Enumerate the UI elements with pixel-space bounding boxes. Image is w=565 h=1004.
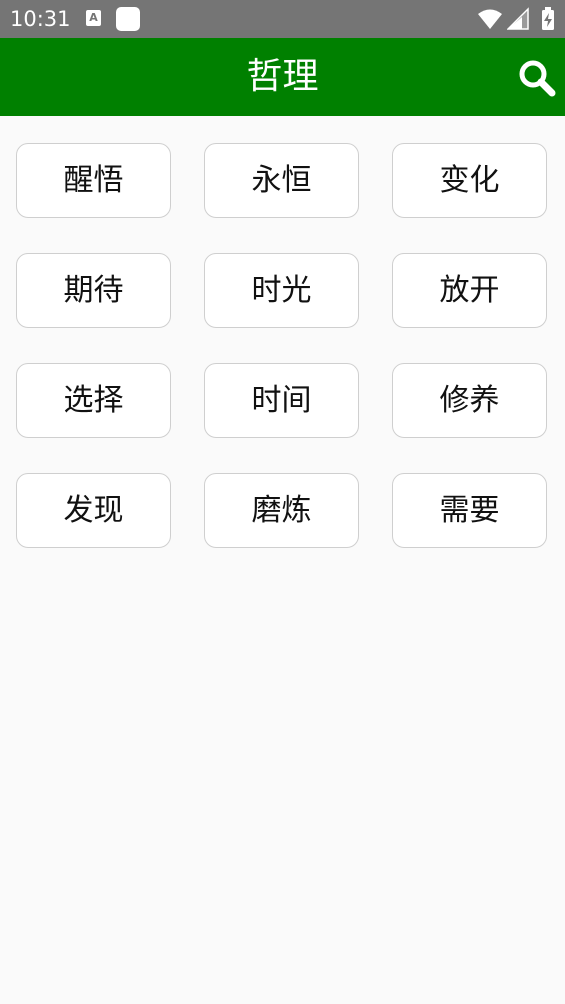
- category-tile[interactable]: 时间: [204, 363, 359, 438]
- category-tile[interactable]: 需要: [392, 473, 547, 548]
- status-right-icons: [477, 7, 557, 31]
- category-tile[interactable]: 变化: [392, 143, 547, 218]
- category-tile[interactable]: 放开: [392, 253, 547, 328]
- category-tile[interactable]: 永恒: [204, 143, 359, 218]
- keyboard-a-icon: A: [86, 10, 101, 26]
- battery-charging-icon: [542, 7, 554, 30]
- cellular-signal-icon: [507, 7, 529, 30]
- category-tile[interactable]: 修养: [392, 363, 547, 438]
- notification-square-icon: [116, 7, 140, 31]
- app-bar: 哲理: [0, 38, 565, 116]
- search-button[interactable]: [517, 58, 557, 98]
- status-bar: 10:31 A: [0, 0, 565, 38]
- wifi-icon: [478, 9, 502, 29]
- category-tile[interactable]: 发现: [16, 473, 171, 548]
- status-time: 10:31: [10, 7, 71, 31]
- search-icon: [519, 60, 556, 97]
- category-tile[interactable]: 选择: [16, 363, 171, 438]
- page-title: 哲理: [246, 56, 319, 97]
- category-tile[interactable]: 时光: [204, 253, 359, 328]
- category-tile[interactable]: 磨炼: [204, 473, 359, 548]
- category-tile[interactable]: 期待: [16, 253, 171, 328]
- category-tile[interactable]: 醒悟: [16, 143, 171, 218]
